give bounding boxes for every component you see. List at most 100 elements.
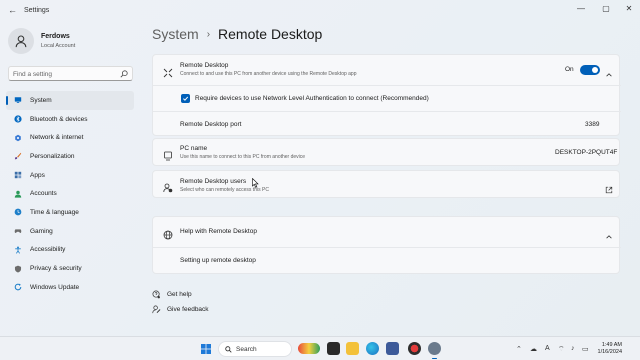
sidebar-item-time-language[interactable]: Time & language: [6, 203, 134, 222]
clock-time: 1:49 AM: [601, 342, 622, 348]
help-icon: [152, 290, 161, 299]
taskbar-search-label: Search: [236, 346, 257, 353]
get-help-label: Get help: [167, 291, 192, 298]
sidebar-item-label: Windows Update: [30, 283, 80, 291]
remote-desktop-users-card[interactable]: Remote Desktop users Select who can remo…: [152, 170, 620, 198]
battery-icon[interactable]: ▭: [582, 345, 589, 353]
windows-start-icon[interactable]: [201, 344, 211, 354]
sidebar-item-label: Bluetooth & devices: [30, 115, 88, 123]
monitor-icon: [14, 96, 22, 104]
sidebar-item-personalization[interactable]: Personalization: [6, 147, 134, 166]
sidebar-nav: System Bluetooth & devices Network & int…: [6, 91, 134, 297]
sidebar-item-label: Network & internet: [30, 134, 84, 142]
checkmark-icon: [183, 96, 189, 101]
settings-gear-icon[interactable]: [428, 342, 441, 359]
sidebar-item-system[interactable]: System: [6, 91, 134, 110]
sidebar-item-label: System: [30, 96, 52, 104]
port-row: Remote Desktop port 3389: [153, 112, 621, 137]
sidebar-item-label: Personalization: [30, 152, 75, 160]
nla-checkbox[interactable]: [181, 94, 190, 103]
help-title: Help with Remote Desktop: [180, 228, 257, 235]
pc-name-title: PC name: [180, 145, 208, 152]
taskbar: Search ⌃ ☁ A ⌔ ♪ ▭ 1:49 AM 1/16/2024: [0, 336, 640, 360]
search-highlight-icon[interactable]: [298, 343, 320, 354]
help-link[interactable]: Setting up remote desktop: [180, 257, 256, 264]
shield-icon: [14, 265, 22, 273]
open-external-icon[interactable]: [605, 181, 613, 194]
computer-icon: [163, 148, 173, 161]
nla-row: Require devices to use Network Level Aut…: [153, 86, 621, 111]
globe-icon: [163, 227, 173, 240]
taskbar-search[interactable]: Search: [218, 341, 292, 357]
search-icon[interactable]: [120, 70, 128, 78]
port-label: Remote Desktop port: [180, 121, 242, 128]
pc-name-value: DESKTOP-2PQUT4F: [555, 149, 618, 156]
give-feedback-link[interactable]: Give feedback: [152, 305, 209, 314]
store-icon[interactable]: [386, 342, 399, 355]
mouse-cursor-icon: [252, 178, 259, 188]
edge-browser-icon[interactable]: [366, 342, 379, 355]
remote-desktop-subtitle: Connect to and use this PC from another …: [180, 71, 357, 77]
remote-desktop-toggle[interactable]: [580, 65, 600, 75]
sidebar-item-apps[interactable]: Apps: [6, 166, 134, 185]
sidebar-item-label: Privacy & security: [30, 265, 82, 273]
apps-icon: [14, 171, 22, 179]
sidebar-item-accounts[interactable]: Accounts: [6, 184, 134, 203]
maximize-icon[interactable]: ▢: [599, 4, 613, 13]
sidebar-item-label: Apps: [30, 171, 45, 179]
back-arrow-icon[interactable]: ←: [8, 5, 17, 15]
chevron-up-icon[interactable]: [605, 66, 613, 77]
title-bar: ← Settings — ▢ ✕: [0, 0, 640, 22]
cloud-icon[interactable]: ☁: [530, 345, 537, 353]
chevron-up-icon[interactable]: [605, 228, 613, 239]
search-input[interactable]: [13, 69, 118, 79]
taskbar-clock[interactable]: 1:49 AM 1/16/2024: [592, 342, 622, 356]
brush-icon: [14, 152, 22, 160]
remote-desktop-title: Remote Desktop: [180, 62, 229, 69]
sidebar-item-gaming[interactable]: Gaming: [6, 222, 134, 241]
sidebar-item-label: Accessibility: [30, 246, 66, 254]
sidebar-item-windows-update[interactable]: Windows Update: [6, 278, 134, 297]
network-icon: [14, 134, 22, 142]
volume-icon[interactable]: ♪: [571, 345, 575, 352]
port-value: 3389: [585, 121, 600, 128]
task-view-icon[interactable]: [327, 342, 340, 355]
breadcrumb-parent[interactable]: System: [152, 26, 199, 42]
user-profile[interactable]: Ferdows Local Account: [8, 28, 138, 56]
remote-desktop-row[interactable]: Remote Desktop Connect to and use this P…: [153, 55, 621, 85]
help-link-row: Setting up remote desktop: [153, 248, 621, 275]
help-card: Help with Remote Desktop Setting up remo…: [152, 216, 621, 275]
close-icon[interactable]: ✕: [622, 4, 636, 13]
accessibility-icon: [14, 246, 22, 254]
chevron-up-icon[interactable]: ⌃: [516, 345, 522, 353]
file-explorer-icon[interactable]: [346, 342, 359, 355]
minimize-icon[interactable]: —: [574, 4, 588, 13]
sidebar-item-label: Time & language: [30, 208, 79, 216]
media-app-icon[interactable]: [408, 342, 421, 355]
settings-window: ← Settings — ▢ ✕ Ferdows Local Account S…: [0, 0, 640, 336]
sidebar-item-bluetooth[interactable]: Bluetooth & devices: [6, 110, 134, 129]
accounts-icon: [14, 190, 22, 198]
help-header-row[interactable]: Help with Remote Desktop: [153, 217, 621, 247]
sidebar-item-privacy[interactable]: Privacy & security: [6, 259, 134, 278]
sidebar-item-accessibility[interactable]: Accessibility: [6, 241, 134, 260]
pc-name-card: PC name Use this name to connect to this…: [152, 138, 620, 166]
breadcrumb-separator: ›: [206, 28, 211, 40]
gamepad-icon: [14, 227, 22, 235]
user-icon: [15, 35, 27, 48]
profile-account-type: Local Account: [41, 43, 76, 49]
language-icon[interactable]: A: [545, 345, 550, 352]
settings-search[interactable]: [8, 66, 133, 81]
clock-date: 1/16/2024: [597, 349, 622, 355]
users-title: Remote Desktop users: [180, 178, 247, 185]
get-help-link[interactable]: Get help: [152, 290, 192, 299]
breadcrumb: System › Remote Desktop: [152, 26, 322, 42]
sidebar-item-network[interactable]: Network & internet: [6, 128, 134, 147]
nla-label: Require devices to use Network Level Aut…: [195, 95, 429, 102]
profile-name: Ferdows: [41, 33, 70, 40]
sidebar-item-label: Accounts: [30, 190, 57, 198]
wifi-icon[interactable]: ⌔: [558, 345, 565, 354]
globe-clock-icon: [14, 208, 22, 216]
give-feedback-label: Give feedback: [167, 306, 209, 313]
page-title: Remote Desktop: [218, 26, 323, 42]
